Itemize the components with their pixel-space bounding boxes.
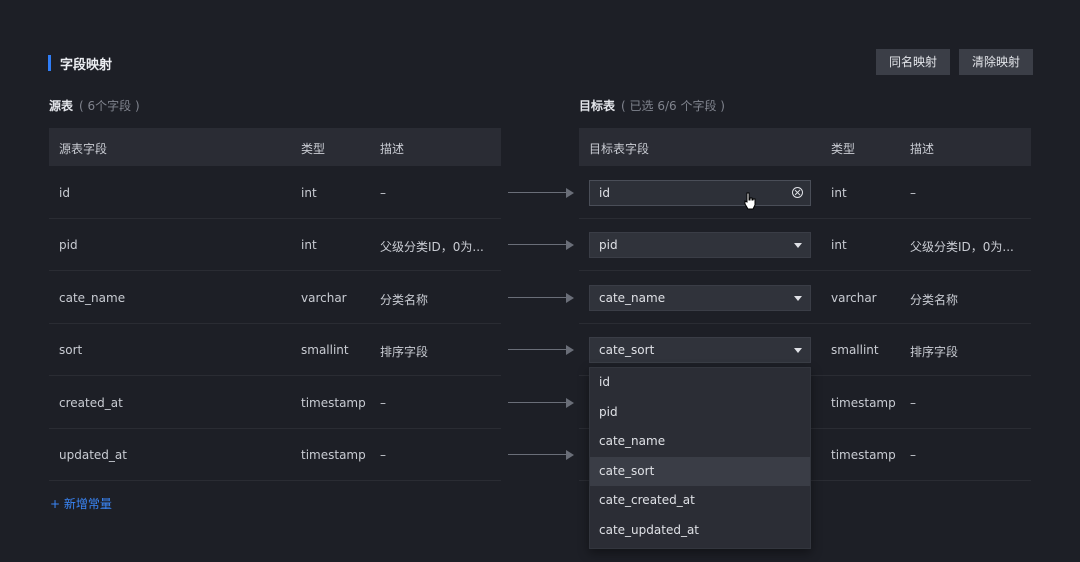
target-desc: – [910,396,916,410]
source-field: cate_name [59,291,126,305]
dropdown-option[interactable]: id [590,368,810,398]
source-table-row: sort smallint 排序字段 [49,324,501,376]
source-desc: 分类名称 [380,293,429,307]
mapping-arrow-icon [508,293,574,303]
source-type: smallint [301,343,349,357]
source-table-header: 源表字段 类型 描述 [49,128,501,166]
target-field-select[interactable]: id [589,180,811,206]
source-field: id [59,186,70,200]
select-value: cate_name [599,291,666,305]
source-table-row: cate_name varchar 分类名称 [49,272,501,324]
add-constant-link[interactable]: + 新增常量 [50,495,112,512]
source-count: ( 6个字段 ) [79,99,140,113]
source-field: updated_at [59,448,127,462]
target-desc: – [910,448,916,462]
clear-mapping-button[interactable]: 清除映射 [959,49,1034,75]
dropdown-option[interactable]: cate_updated_at [590,516,810,546]
field-dropdown-menu: id pid cate_name cate_sort cate_created_… [589,367,811,549]
source-table-label: 源表 ( 6个字段 ) [49,97,140,114]
target-desc: 排序字段 [910,345,959,359]
mapping-arrow-icon [508,450,574,460]
chevron-down-icon [794,296,802,301]
dropdown-option-highlighted[interactable]: cate_sort [590,456,810,486]
dropdown-option[interactable]: cate_name [590,427,810,457]
source-type: int [301,238,317,252]
source-col-desc: 描述 [380,142,405,156]
same-name-mapping-button[interactable]: 同名映射 [876,49,951,75]
mapping-arrow-icon [508,398,574,408]
source-label-text: 源表 [49,99,74,113]
source-desc: – [380,186,386,200]
select-value: id [599,186,610,200]
target-col-type: 类型 [831,142,856,156]
target-type: timestamp [831,396,896,410]
target-type: varchar [831,291,877,305]
target-col-desc: 描述 [910,142,935,156]
target-field-select[interactable]: cate_sort [589,337,811,363]
source-desc: 父级分类ID，0为... [380,240,484,254]
source-field: created_at [59,396,123,410]
target-desc: – [910,186,916,200]
mapping-arrow-icon [508,240,574,250]
title-accent-bar [48,55,51,71]
mapping-arrow-icon [508,188,574,198]
target-type: int [831,238,847,252]
target-desc: 父级分类ID，0为... [910,240,1014,254]
source-desc: – [380,448,386,462]
target-type: int [831,186,847,200]
page-title: 字段映射 [60,58,113,73]
source-table-row: created_at timestamp – [49,377,501,429]
target-field-select[interactable]: cate_name [589,285,811,311]
target-label-text: 目标表 [579,99,616,113]
source-table-row: pid int 父级分类ID，0为... [49,219,501,271]
target-type: smallint [831,343,879,357]
target-table-label: 目标表 ( 已选 6/6 个字段 ) [579,97,725,114]
source-field: pid [59,238,78,252]
source-col-field: 源表字段 [59,142,108,156]
source-type: timestamp [301,448,366,462]
chevron-down-icon [794,348,802,353]
source-table-row: id int – [49,167,501,219]
source-col-type: 类型 [301,142,326,156]
dropdown-option[interactable]: cate_created_at [590,486,810,516]
dropdown-option[interactable]: pid [590,398,810,428]
target-desc: 分类名称 [910,293,959,307]
target-table-header: 目标表字段 类型 描述 [579,128,1031,166]
source-type: timestamp [301,396,366,410]
source-desc: – [380,396,386,410]
source-table-row: updated_at timestamp – [49,429,501,481]
chevron-down-icon [794,243,802,248]
select-value: pid [599,238,618,252]
mapping-arrow-icon [508,345,574,355]
source-type: int [301,186,317,200]
source-desc: 排序字段 [380,345,429,359]
target-count: ( 已选 6/6 个字段 ) [621,99,725,113]
source-type: varchar [301,291,347,305]
target-field-select[interactable]: pid [589,232,811,258]
source-field: sort [59,343,83,357]
target-col-field: 目标表字段 [589,142,650,156]
target-type: timestamp [831,448,896,462]
hand-pointer-icon [744,192,756,210]
select-value: cate_sort [599,343,655,357]
clear-icon[interactable] [792,187,803,198]
